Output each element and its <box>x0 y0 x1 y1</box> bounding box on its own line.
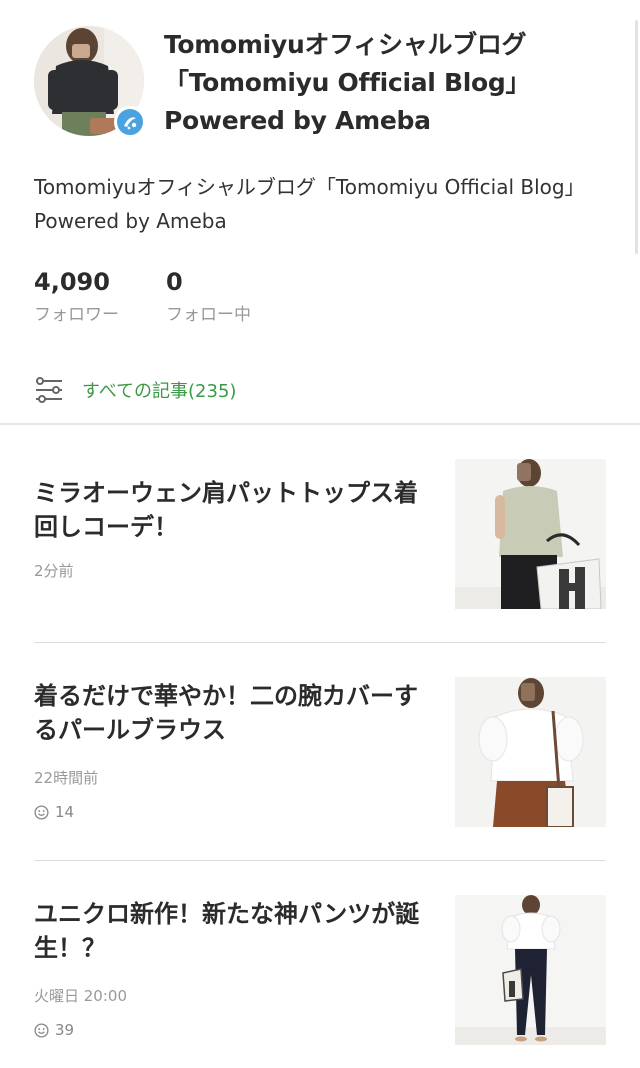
scrollbar[interactable] <box>635 20 638 254</box>
blog-profile-header: Tomomiyuオフィシャルブログ 「Tomomiyu Official Blo… <box>34 26 614 146</box>
following-label: フォロー中 <box>166 305 251 325</box>
following-count: 0 <box>166 268 183 296</box>
blog-title: Tomomiyuオフィシャルブログ 「Tomomiyu Official Blo… <box>164 26 604 140</box>
followers-label: フォロワー <box>34 305 119 325</box>
article-title: ミラオーウェン肩パットトップス着回しコーデ！ <box>34 479 418 541</box>
article-likes[interactable]: 39 <box>34 1019 74 1041</box>
all-articles-label: すべての記事(235) <box>82 381 237 402</box>
section-divider <box>0 423 640 425</box>
article-likes-count: 39 <box>55 1021 75 1039</box>
all-articles-link[interactable]: すべての記事(235) <box>34 372 236 408</box>
blog-title-line-1: Tomomiyuオフィシャルブログ <box>164 30 527 59</box>
article-date: 2分前 <box>34 562 74 580</box>
blog-title-line-3: Powered by Ameba <box>164 106 431 135</box>
article-thumbnail <box>455 895 606 1045</box>
article-likes[interactable]: 14 <box>34 801 74 823</box>
list-settings-icon <box>36 377 62 403</box>
article-item[interactable]: ミラオーウェン肩パットトップス着回しコーデ！ 2分前 <box>34 459 606 629</box>
article-date: 火曜日 20:00 <box>34 987 127 1005</box>
article-thumbnail <box>455 459 606 609</box>
followers-count: 4,090 <box>34 268 110 296</box>
article-date: 22時間前 <box>34 769 99 787</box>
smiley-icon <box>34 1022 49 1038</box>
blog-description: Tomomiyuオフィシャルブログ「Tomomiyu Official Blog… <box>34 175 585 233</box>
article-divider <box>34 642 606 643</box>
article-title: ユニクロ新作！新たな神パンツが誕生！？ <box>34 900 420 962</box>
official-blogger-icon <box>114 106 146 138</box>
article-title: 着るだけで華やか！二の腕カバーするパールブラウス <box>34 682 418 744</box>
smiley-icon <box>34 804 49 820</box>
following-stat[interactable]: 0 フォロー中 <box>166 264 251 330</box>
blog-title-line-2: 「Tomomiyu Official Blog」 <box>164 68 531 97</box>
article-thumbnail <box>455 677 606 827</box>
article-item[interactable]: ユニクロ新作！新たな神パンツが誕生！？ 火曜日 20:00 39 <box>34 895 606 1065</box>
followers-stat[interactable]: 4,090 フォロワー <box>34 264 119 330</box>
article-item[interactable]: 着るだけで華やか！二の腕カバーするパールブラウス 22時間前 14 <box>34 677 606 847</box>
article-divider <box>34 860 606 861</box>
article-likes-count: 14 <box>55 803 75 821</box>
